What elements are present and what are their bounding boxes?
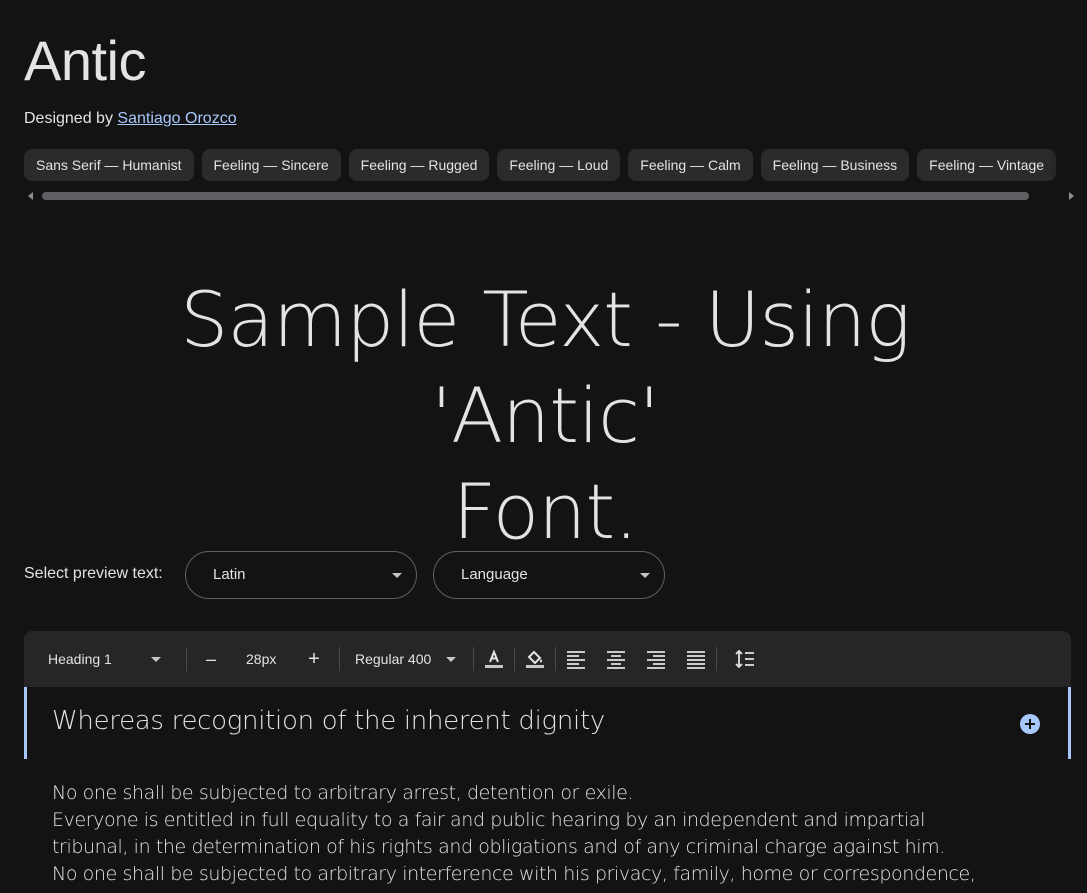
paragraph-line: No one shall be subjected to arbitrary i…	[52, 863, 976, 885]
paragraph-line: tribunal, in the determination of his ri…	[52, 836, 945, 858]
decrease-size-button[interactable]: –	[203, 631, 219, 687]
editor-heading-text[interactable]: Whereas recognition of the inherent dign…	[52, 706, 605, 736]
toolbar-divider	[716, 647, 717, 671]
toolbar-divider	[555, 647, 556, 671]
toolbar-divider	[514, 647, 515, 671]
designer-link[interactable]: Santiago Orozco	[117, 110, 236, 127]
tag-chip[interactable]: Feeling — Calm	[628, 149, 753, 181]
align-center-icon[interactable]	[604, 647, 628, 671]
caret-down-icon	[640, 573, 650, 578]
language-select-value: Language	[461, 566, 528, 583]
line-height-icon[interactable]	[733, 647, 757, 671]
tags-fade-overlay	[1047, 149, 1087, 182]
font-title: Antic	[24, 29, 147, 92]
toolbar-divider	[473, 647, 474, 671]
align-right-icon[interactable]	[644, 647, 668, 671]
tag-chip[interactable]: Feeling — Sincere	[201, 149, 341, 181]
font-weight-value: Regular 400	[355, 651, 432, 667]
tag-chip[interactable]: Feeling — Rugged	[348, 149, 490, 181]
caret-down-icon	[446, 657, 456, 662]
script-select-value: Latin	[213, 566, 246, 583]
text-color-icon[interactable]	[482, 647, 506, 671]
tag-chip[interactable]: Sans Serif — Humanist	[24, 149, 194, 181]
add-row-icon[interactable]	[1020, 714, 1040, 734]
editor-paragraph[interactable]: No one shall be subjected to arbitrary a…	[52, 780, 1012, 888]
editor-toolbar: Heading 1 – 28px + Regular 400	[24, 631, 1071, 687]
font-weight-dropdown[interactable]: Regular 400	[355, 631, 445, 687]
designed-by-label: Designed by	[24, 110, 113, 127]
caret-down-icon	[392, 573, 402, 578]
text-style-value: Heading 1	[48, 651, 112, 667]
highlight-color-icon[interactable]	[523, 647, 547, 671]
increase-size-button[interactable]: +	[306, 631, 322, 687]
designer-line: Designed by Santiago Orozco	[24, 110, 237, 128]
toolbar-divider	[339, 647, 340, 671]
font-size-value[interactable]: 28px	[246, 631, 286, 687]
preview-text-label: Select preview text:	[24, 565, 163, 582]
align-left-icon[interactable]	[564, 647, 588, 671]
sample-text-line: Sample Text - Using 'Antic'	[180, 275, 911, 460]
align-justify-icon[interactable]	[684, 647, 708, 671]
tag-chip[interactable]: Feeling — Loud	[497, 149, 621, 181]
font-specimen-page: Antic Designed by Santiago Orozco Sans S…	[0, 0, 1087, 893]
scroll-right-arrow-icon[interactable]	[1069, 192, 1074, 200]
script-select[interactable]: Latin	[185, 551, 417, 599]
tags-scrollbar[interactable]	[24, 189, 1074, 203]
text-style-dropdown[interactable]: Heading 1	[48, 631, 168, 687]
paragraph-line: No one shall be subjected to arbitrary a…	[52, 782, 634, 804]
language-select[interactable]: Language	[433, 551, 665, 599]
sample-text: Sample Text - Using 'Antic' Font.	[60, 272, 1030, 560]
tag-chip[interactable]: Feeling — Vintage	[917, 149, 1057, 181]
sample-text-line: Font.	[452, 467, 639, 556]
caret-down-icon	[151, 657, 161, 662]
toolbar-divider	[186, 647, 187, 671]
scroll-left-arrow-icon[interactable]	[28, 192, 33, 200]
tag-list: Sans Serif — Humanist Feeling — Sincere Fe…	[24, 149, 1087, 182]
editor-heading-row[interactable]: Whereas recognition of the inherent dign…	[24, 687, 1071, 759]
paragraph-line: Everyone is entitled in full equality to…	[52, 809, 925, 831]
tag-chip[interactable]: Feeling — Business	[760, 149, 910, 181]
scrollbar-thumb[interactable]	[42, 192, 1029, 200]
